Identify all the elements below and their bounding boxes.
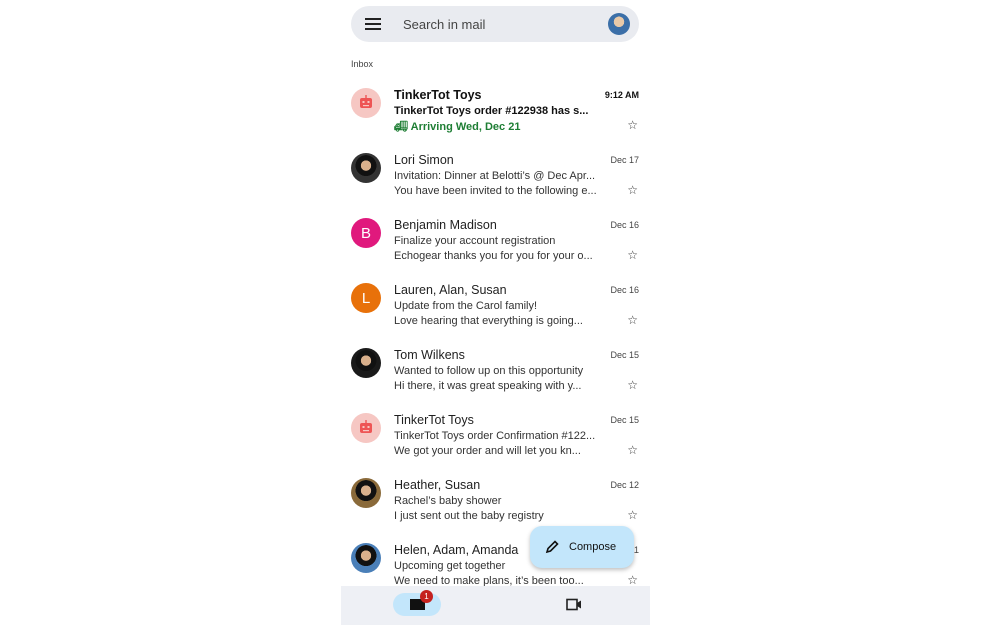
star-icon[interactable]: ☆ (627, 183, 638, 197)
email-sender: Tom Wilkens (394, 348, 465, 362)
star-icon[interactable]: ☆ (627, 378, 638, 392)
pencil-icon (545, 540, 559, 554)
star-icon[interactable]: ☆ (627, 118, 638, 132)
email-sender: Heather, Susan (394, 478, 481, 492)
search-input[interactable]: Search in mail (403, 17, 608, 32)
email-date: 9:12 AM (604, 90, 639, 100)
email-sender: Benjamin Madison (394, 218, 497, 232)
nav-mail[interactable]: 1 (393, 590, 441, 616)
email-date: Dec 15 (610, 350, 639, 360)
email-subject: Finalize your account registration (394, 235, 556, 247)
star-icon[interactable]: ☆ (627, 443, 638, 457)
bottom-nav: 1 (341, 586, 650, 625)
email-date: Dec 16 (610, 285, 639, 295)
email-row[interactable]: TinkerTot Toys TinkerTot Toys order Confi… (341, 405, 650, 470)
avatar: L (351, 283, 381, 313)
email-snippet: I just sent out the baby registry (394, 510, 544, 522)
star-icon[interactable]: ☆ (627, 248, 638, 262)
email-subject: Update from the Carol family! (394, 300, 538, 312)
email-snippet: Echogear thanks you for you for your o..… (394, 250, 593, 262)
email-subject: Rachel’s baby shower (394, 495, 502, 507)
avatar (351, 543, 381, 573)
menu-icon[interactable] (365, 18, 381, 30)
robot-avatar-icon (351, 88, 381, 118)
compose-button[interactable]: Compose (530, 526, 634, 568)
email-sender: Lauren, Alan, Susan (394, 283, 507, 297)
avatar (351, 478, 381, 508)
email-sender: TinkerTot Toys (394, 413, 474, 427)
star-icon[interactable]: ☆ (627, 313, 638, 327)
email-row[interactable]: Tom Wilkens Wanted to follow up on this o… (341, 340, 650, 405)
robot-avatar-icon (351, 413, 381, 443)
email-date: Dec 15 (610, 415, 639, 425)
video-icon[interactable] (566, 598, 582, 611)
email-row[interactable]: B Benjamin Madison Finalize your account r… (341, 210, 650, 275)
account-avatar[interactable] (608, 13, 630, 35)
delivery-status: 🚚︎ Arriving Wed, Dec 21 (394, 121, 521, 133)
email-snippet: Hi there, it was great speaking with y..… (394, 380, 582, 392)
email-sender: Lori Simon (394, 153, 454, 167)
email-sender: TinkerTot Toys (394, 88, 482, 102)
email-subject: Wanted to follow up on this opportunity (394, 365, 584, 377)
email-subject: Invitation: Dinner at Belotti’s @ Dec Ap… (394, 170, 596, 182)
email-subject: TinkerTot Toys order Confirmation #122..… (394, 430, 596, 442)
unread-badge: 1 (420, 590, 433, 603)
email-row[interactable]: Lori Simon Invitation: Dinner at Belotti’… (341, 145, 650, 210)
email-date: Dec 17 (610, 155, 639, 165)
email-list: TinkerTot Toys TinkerTot Toys order #1229… (341, 80, 650, 600)
section-label: Inbox (351, 59, 374, 69)
avatar: B (351, 218, 381, 248)
email-snippet: You have been invited to the following e… (394, 185, 597, 197)
email-snippet: We got your order and will let you kn... (394, 445, 581, 457)
star-icon[interactable]: ☆ (627, 573, 638, 587)
email-subject: TinkerTot Toys order #122938 has s... (394, 105, 589, 117)
email-snippet: Love hearing that everything is going... (394, 315, 583, 327)
gmail-app: Search in mail Inbox TinkerTot Toys Tinke… (341, 0, 650, 625)
star-icon[interactable]: ☆ (627, 508, 638, 522)
email-row[interactable]: TinkerTot Toys TinkerTot Toys order #1229… (341, 80, 650, 145)
search-bar[interactable]: Search in mail (351, 6, 639, 42)
email-date: Dec 12 (610, 480, 639, 490)
avatar (351, 153, 381, 183)
avatar (351, 348, 381, 378)
email-row[interactable]: L Lauren, Alan, Susan Update from the Caro… (341, 275, 650, 340)
compose-label: Compose (569, 541, 617, 553)
email-date: Dec 16 (610, 220, 639, 230)
